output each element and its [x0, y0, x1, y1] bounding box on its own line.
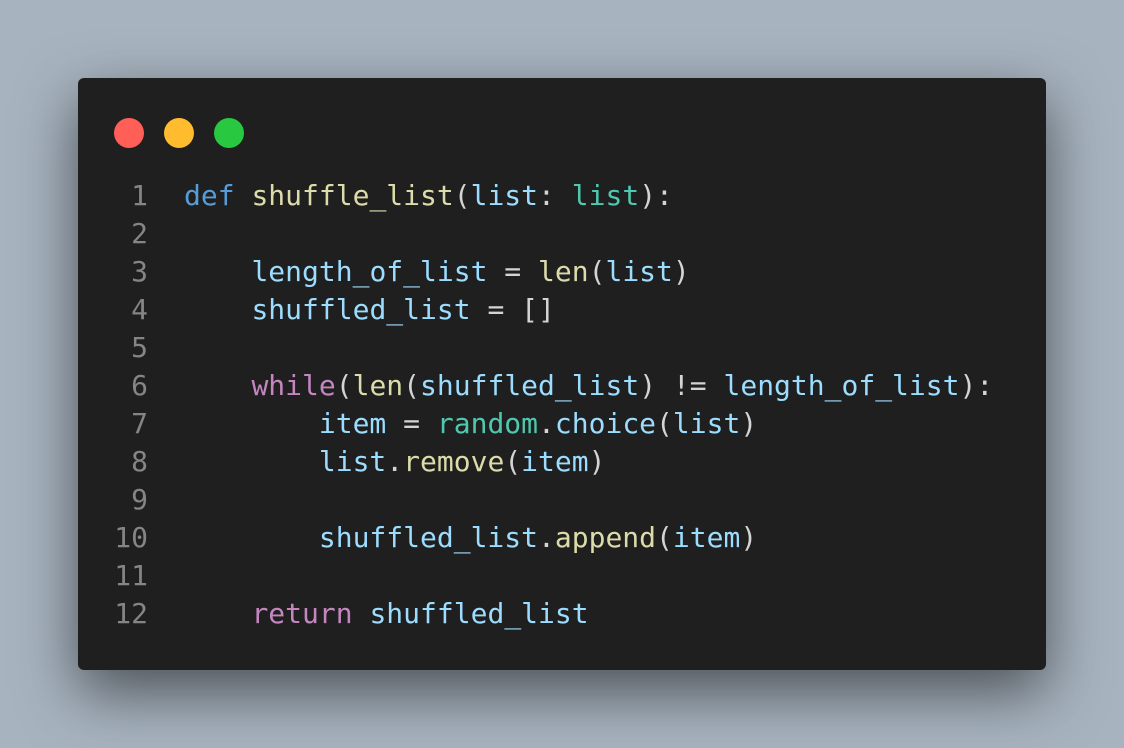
code-token: list — [318, 445, 387, 478]
code-token: ) — [740, 521, 758, 554]
code-line: 4 shuffled_list = [] — [78, 291, 1046, 329]
code-token: ( — [504, 445, 522, 478]
code-token: item — [521, 445, 589, 478]
code-editor[interactable]: 1 def shuffle_list(list: list): 2 3 length_… — [78, 177, 1046, 633]
code-token: ): — [959, 369, 994, 402]
code-token: list — [605, 255, 673, 288]
line-number: 4 — [131, 293, 148, 326]
code-token: length_of_list — [723, 369, 960, 402]
code-token: shuffled_list — [369, 597, 589, 630]
code-token: ) — [672, 255, 690, 288]
code-line: 5 — [78, 329, 1046, 367]
code-window: 1 def shuffle_list(list: list): 2 3 length_… — [78, 78, 1046, 670]
code-line: 2 — [78, 215, 1046, 253]
line-number: 9 — [131, 483, 148, 516]
code-text: while(len(shuffled_list) != length_of_li… — [184, 367, 993, 405]
code-text: shuffled_list.append(item) — [184, 519, 757, 557]
line-number: 11 — [114, 559, 148, 592]
code-token: list — [470, 179, 539, 212]
code-token: ) — [588, 445, 606, 478]
code-token: ) — [740, 407, 758, 440]
code-text: length_of_list = len(list) — [184, 253, 690, 291]
code-token: shuffle_list — [251, 179, 454, 212]
code-token: = [] — [470, 293, 555, 326]
code-token: def — [184, 179, 235, 212]
line-number: 7 — [131, 407, 148, 440]
code-token: shuffled_list — [420, 369, 640, 402]
maximize-window-icon[interactable] — [214, 118, 244, 148]
line-number: 12 — [114, 597, 148, 630]
line-number: 10 — [114, 521, 148, 554]
code-text: def shuffle_list(list: list): — [184, 177, 673, 215]
code-token: choice — [554, 407, 657, 440]
code-token: = — [386, 407, 437, 440]
code-line: 12 return shuffled_list — [78, 595, 1046, 633]
code-line: 11 — [78, 557, 1046, 595]
code-token: = — [487, 255, 539, 288]
code-token: remove — [403, 445, 505, 478]
code-token: ): — [639, 179, 673, 212]
code-line: 9 — [78, 481, 1046, 519]
code-token: ( — [656, 407, 673, 440]
code-token: length_of_list — [251, 255, 488, 288]
code-token: . — [538, 521, 555, 554]
code-token: shuffled_list — [251, 293, 471, 326]
code-text: shuffled_list = [] — [184, 291, 555, 329]
code-token: ( — [453, 179, 471, 212]
code-line: 10 shuffled_list.append(item) — [78, 519, 1046, 557]
code-text: item = random.choice(list) — [184, 405, 757, 443]
code-token: item — [672, 521, 741, 554]
line-number: 1 — [131, 179, 148, 212]
code-token: ( — [335, 369, 353, 402]
code-token: item — [318, 407, 387, 440]
code-token: list — [672, 407, 741, 440]
line-number: 5 — [131, 331, 148, 364]
code-token: ( — [403, 369, 421, 402]
line-number: 8 — [131, 445, 148, 478]
code-token: return — [251, 597, 353, 630]
code-token: ( — [588, 255, 606, 288]
code-text: return shuffled_list — [184, 595, 589, 633]
code-text: list.remove(item) — [184, 443, 606, 481]
code-token: shuffled_list — [318, 521, 539, 554]
code-line: 7 item = random.choice(list) — [78, 405, 1046, 443]
line-number: 6 — [131, 369, 148, 402]
minimize-window-icon[interactable] — [164, 118, 194, 148]
code-token: random — [436, 407, 539, 440]
code-token: ( — [656, 521, 673, 554]
code-token: list — [571, 179, 640, 212]
line-number: 2 — [131, 217, 148, 250]
code-token: . — [538, 407, 555, 440]
code-token: ) != — [639, 369, 724, 402]
code-line: 6 while(len(shuffled_list) != length_of_… — [78, 367, 1046, 405]
code-line: 1 def shuffle_list(list: list): — [78, 177, 1046, 215]
close-window-icon[interactable] — [114, 118, 144, 148]
code-token: . — [386, 445, 404, 478]
line-number: 3 — [131, 255, 148, 288]
code-token: while — [251, 369, 336, 402]
code-line: 8 list.remove(item) — [78, 443, 1046, 481]
code-line: 3 length_of_list = len(list) — [78, 253, 1046, 291]
code-token: len — [538, 255, 589, 288]
code-token: len — [352, 369, 404, 402]
code-token: : — [538, 179, 572, 212]
code-token: append — [554, 521, 657, 554]
